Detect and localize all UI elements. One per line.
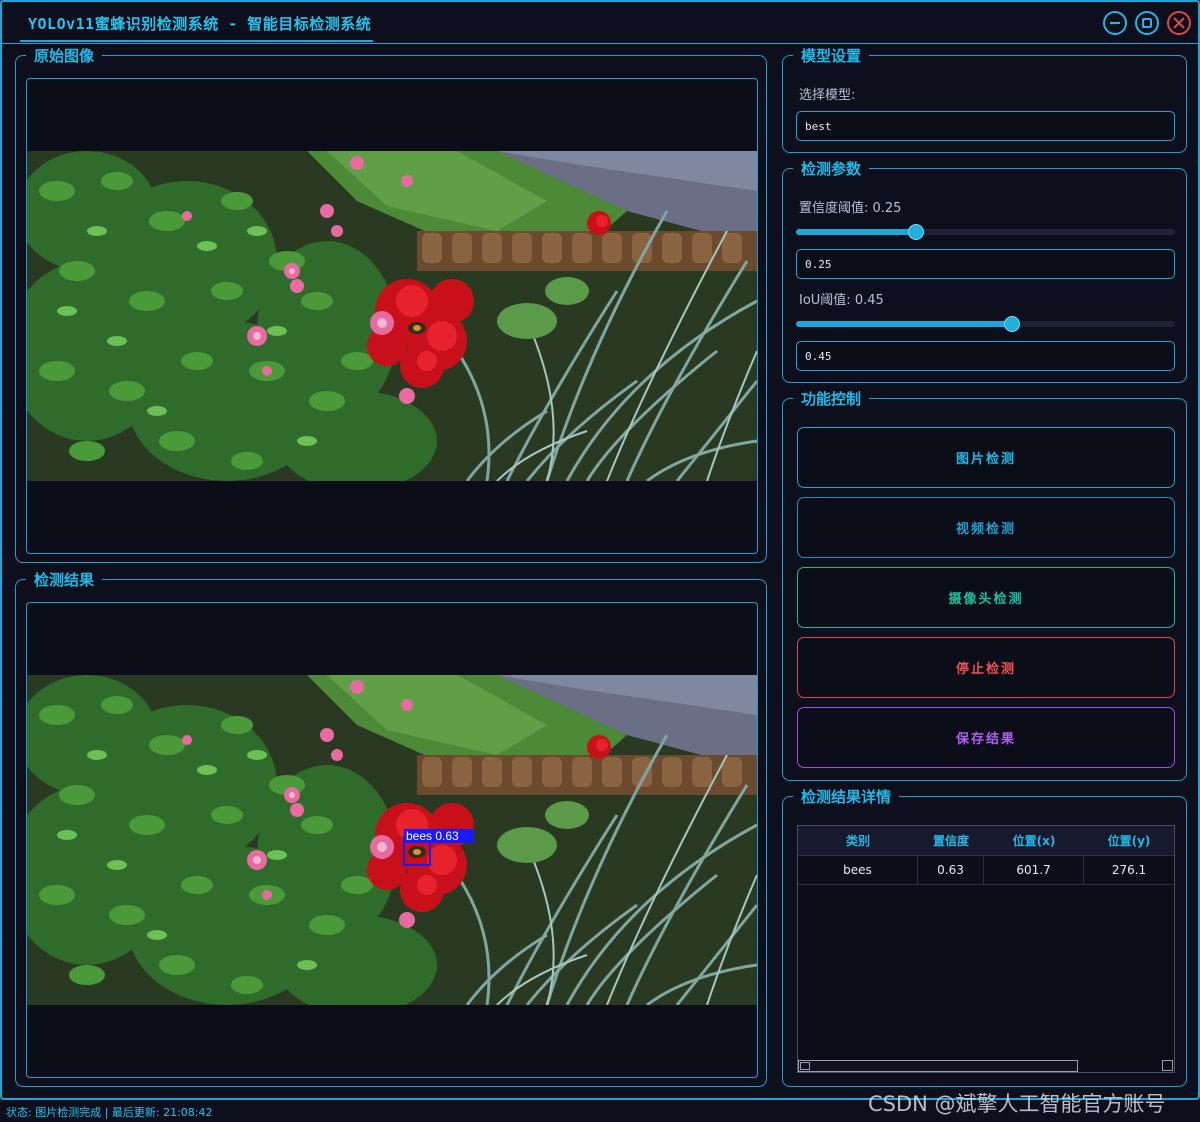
watermark: CSDN @斌擎人工智能官方账号 bbox=[868, 1092, 1166, 1116]
scroll-corner bbox=[1162, 1060, 1173, 1071]
table-header: 类别 置信度 位置(x) 位置(y) bbox=[798, 826, 1174, 856]
result-image: bees 0.63 bbox=[27, 675, 757, 1005]
confidence-label: 置信度阈值: 0.25 bbox=[799, 201, 902, 216]
title-bar: YOLOv11蜜蜂识别检测系统 - 智能目标检测系统 bbox=[2, 2, 1198, 44]
original-image-frame bbox=[26, 78, 758, 554]
result-image-group: 检测结果 bees 0.63 bbox=[15, 570, 767, 1087]
confidence-slider[interactable] bbox=[796, 224, 1175, 240]
confidence-input[interactable]: 0.25 bbox=[796, 249, 1175, 279]
original-image-title: 原始图像 bbox=[26, 46, 103, 66]
maximize-button[interactable] bbox=[1135, 11, 1159, 35]
detection-params-group: 检测参数 置信度阈值: 0.25 0.25 IoU阈值: 0.45 0.45 bbox=[782, 159, 1187, 383]
confidence-slider-fill bbox=[796, 229, 916, 235]
iou-slider-fill bbox=[796, 321, 1012, 327]
confidence-slider-handle[interactable] bbox=[907, 224, 924, 240]
detection-params-title: 检测参数 bbox=[793, 159, 870, 179]
cell-y: 276.1 bbox=[1111, 863, 1147, 877]
column-header-x[interactable]: 位置(x) bbox=[984, 826, 1084, 856]
function-controls-group: 功能控制 图片检测 视频检测 摄像头检测 停止检测 保存结果 bbox=[782, 389, 1187, 781]
cell-x: 601.7 bbox=[984, 856, 1084, 885]
results-table: 类别 置信度 位置(x) 位置(y) bees 0.63 601.7 276.1 bbox=[797, 825, 1175, 1073]
window-title: YOLOv11蜜蜂识别检测系统 - 智能目标检测系统 bbox=[20, 13, 374, 42]
column-header-y[interactable]: 位置(y) bbox=[1084, 826, 1174, 856]
detection-details-title: 检测结果详情 bbox=[793, 787, 900, 807]
maximize-icon bbox=[1142, 18, 1152, 28]
select-model-label: 选择模型: bbox=[799, 88, 856, 103]
result-image-frame: bees 0.63 bbox=[26, 602, 758, 1078]
save-results-button[interactable]: 保存结果 bbox=[797, 707, 1175, 768]
iou-label: IoU阈值: 0.45 bbox=[799, 293, 884, 308]
column-header-confidence[interactable]: 置信度 bbox=[918, 826, 984, 856]
original-image-group: 原始图像 bbox=[15, 46, 767, 563]
scroll-left-arrow-icon[interactable] bbox=[800, 1062, 810, 1070]
camera-detect-button[interactable]: 摄像头检测 bbox=[797, 567, 1175, 628]
status-text: 状态: 图片检测完成 | 最后更新: 21:08:42 bbox=[6, 1106, 213, 1119]
column-header-class[interactable]: 类别 bbox=[798, 826, 918, 856]
iou-input[interactable]: 0.45 bbox=[796, 341, 1175, 371]
iou-slider-handle[interactable] bbox=[1003, 316, 1020, 332]
iou-slider[interactable] bbox=[796, 316, 1175, 332]
app-window: YOLOv11蜜蜂识别检测系统 - 智能目标检测系统 原始图像 检测结果 bee… bbox=[0, 0, 1200, 1100]
minimize-button[interactable] bbox=[1103, 11, 1127, 35]
cell-confidence: 0.63 bbox=[918, 856, 984, 885]
image-detect-button[interactable]: 图片检测 bbox=[797, 427, 1175, 488]
video-detect-button[interactable]: 视频检测 bbox=[797, 497, 1175, 558]
close-button[interactable] bbox=[1167, 11, 1191, 35]
result-image-title: 检测结果 bbox=[26, 570, 103, 590]
detection-label: bees 0.63 bbox=[406, 829, 459, 843]
horizontal-scrollbar[interactable] bbox=[798, 1060, 1078, 1072]
detection-details-group: 检测结果详情 类别 置信度 位置(x) 位置(y) bees 0.63 601.… bbox=[782, 787, 1187, 1087]
function-controls-title: 功能控制 bbox=[793, 389, 870, 409]
stop-detect-button[interactable]: 停止检测 bbox=[797, 637, 1175, 698]
close-icon bbox=[1173, 17, 1185, 29]
original-image bbox=[27, 151, 757, 481]
minimize-icon bbox=[1110, 22, 1120, 24]
model-settings-group: 模型设置 选择模型: best bbox=[782, 46, 1187, 153]
model-settings-title: 模型设置 bbox=[793, 46, 870, 66]
table-row[interactable]: bees 0.63 601.7 276.1 bbox=[798, 856, 1174, 885]
cell-class: bees bbox=[798, 856, 918, 885]
model-select[interactable]: best bbox=[796, 111, 1175, 141]
